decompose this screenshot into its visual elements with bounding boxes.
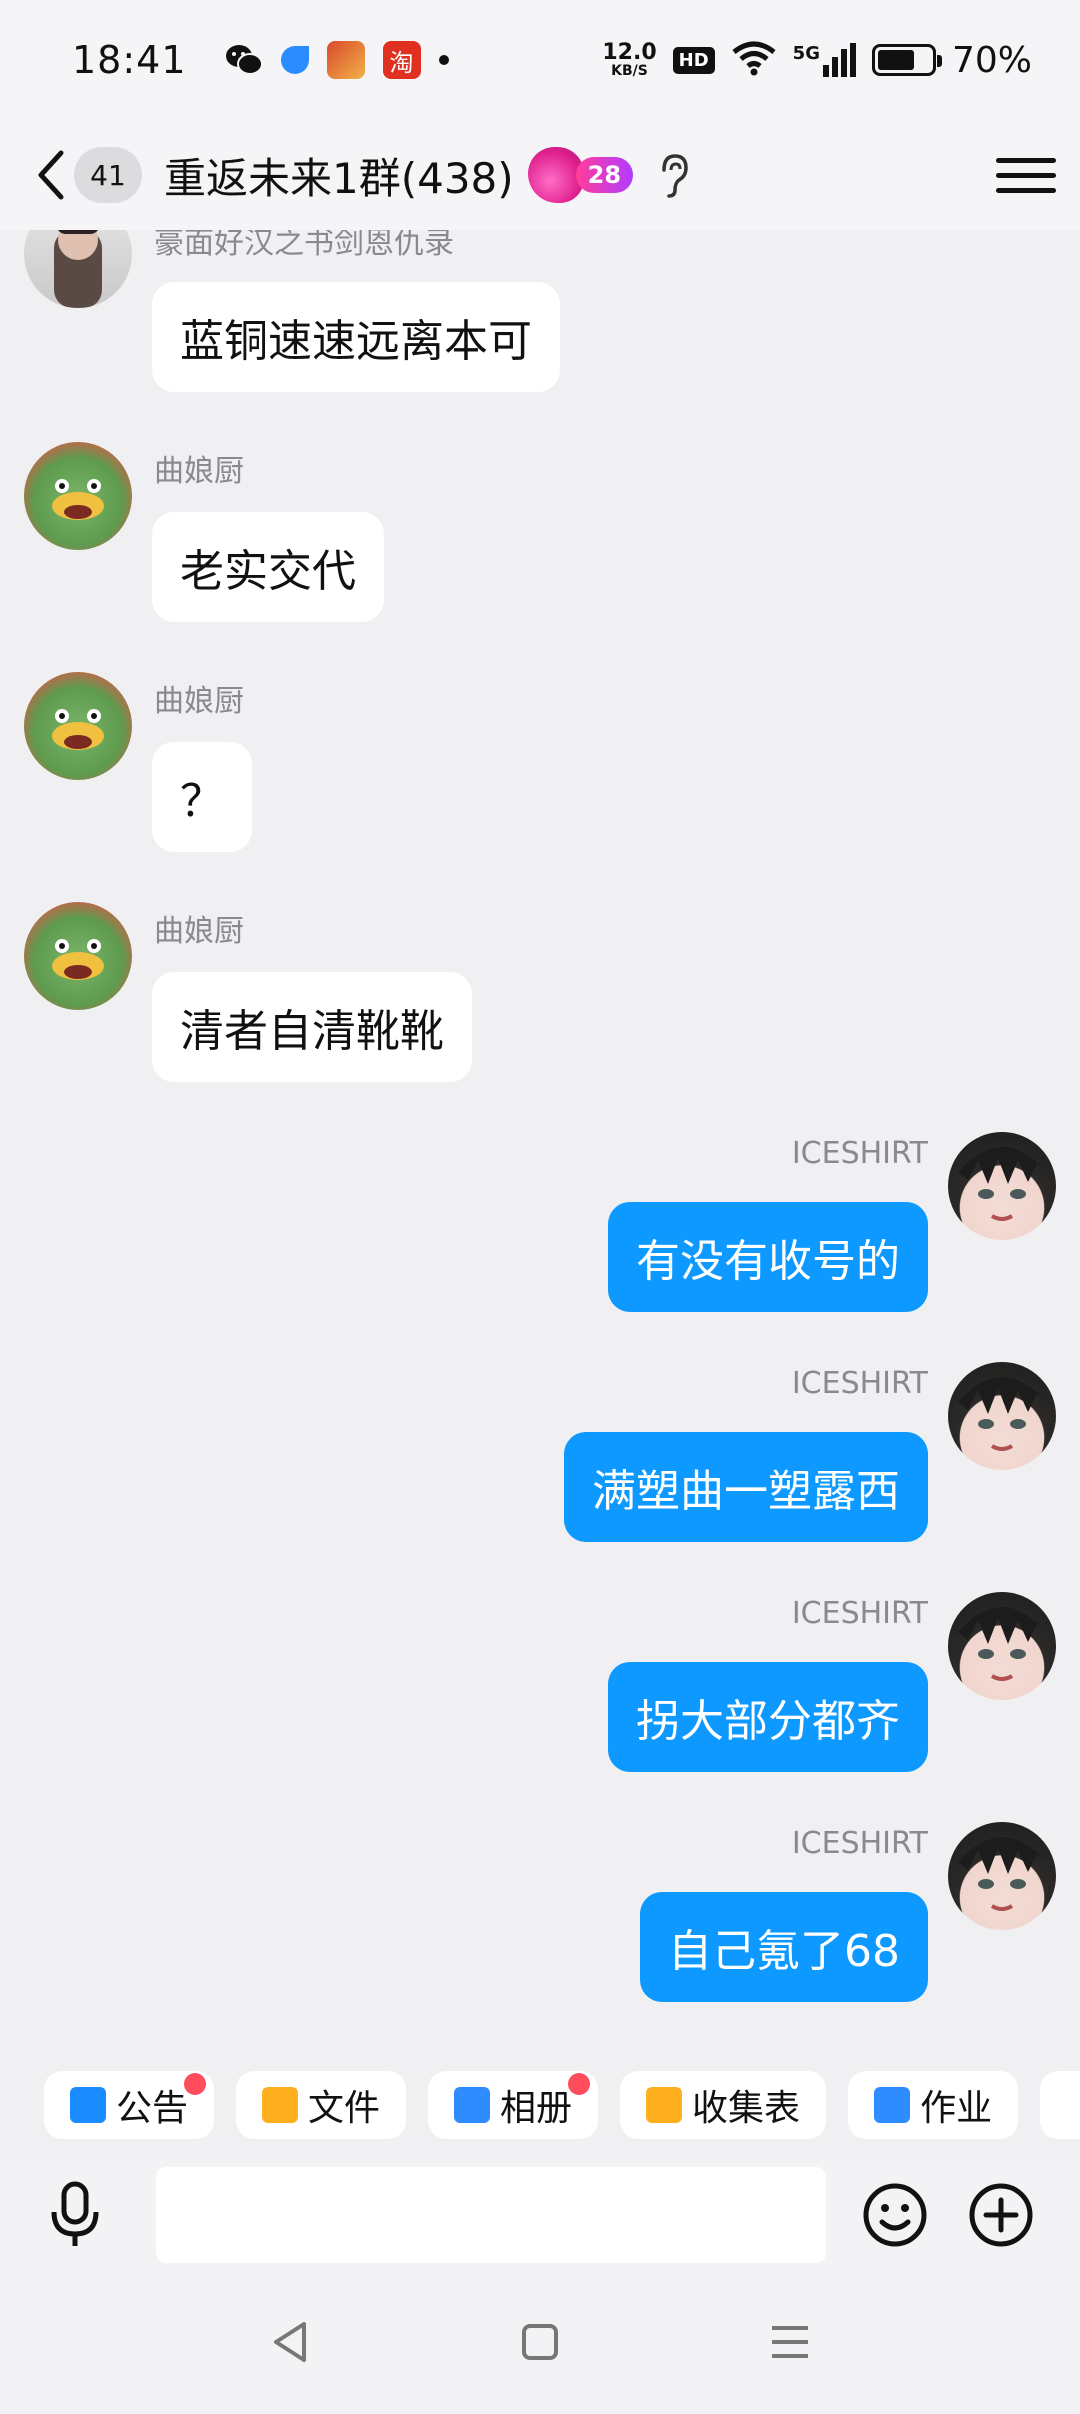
wechat-icon: [225, 41, 263, 79]
system-nav-bar: [0, 2270, 1080, 2414]
avatar[interactable]: [948, 1822, 1056, 1930]
message-bubble[interactable]: 老实交代: [152, 512, 384, 622]
status-bar: 18:41 淘 12.0 KB/S HD 5G 70%: [0, 0, 1080, 120]
avatar[interactable]: [948, 1592, 1056, 1700]
unread-dot: [184, 2073, 207, 2095]
clipboard-icon: [646, 2087, 683, 2123]
avatar[interactable]: [24, 902, 132, 1010]
chip-label: 收集表: [692, 2088, 801, 2129]
message-bubble[interactable]: ？: [152, 742, 252, 852]
chat-header: 41 重返未来1群(438) 28: [0, 120, 1080, 230]
net-speed: 12.0 KB/S: [602, 40, 657, 79]
unread-count-badge[interactable]: 41: [74, 147, 142, 203]
sender-name: 豪面好汉之书剑恩仇录: [154, 230, 454, 261]
announcement-icon: [70, 2087, 106, 2123]
nav-home-icon[interactable]: [515, 2317, 565, 2367]
chip-label: 公告: [116, 2088, 189, 2129]
add-icon[interactable]: [966, 2180, 1036, 2250]
group-title[interactable]: 重返未来1群(438): [164, 145, 514, 206]
form-button[interactable]: 收集表: [620, 2071, 827, 2139]
avatar[interactable]: [24, 230, 132, 308]
sender-name: ICESHIRT: [791, 1366, 928, 1401]
message-bubble[interactable]: 自己氪了68: [640, 1892, 928, 2002]
status-time: 18:41: [72, 38, 187, 82]
avatar[interactable]: [24, 672, 132, 780]
album-button[interactable]: 相册: [428, 2071, 599, 2139]
message-bubble[interactable]: 有没有收号的: [608, 1202, 928, 1312]
message-input[interactable]: [156, 2167, 826, 2263]
battery-icon: [871, 44, 942, 76]
sender-name: ICESHIRT: [791, 1596, 928, 1631]
sender-name: 曲娘厨: [154, 684, 244, 719]
avatar[interactable]: [24, 442, 132, 550]
message-bubble[interactable]: 清者自清靴靴: [152, 972, 472, 1082]
files-button[interactable]: 文件: [236, 2071, 407, 2139]
sender-name: 曲娘厨: [154, 914, 244, 949]
group-fire-badge[interactable]: 28: [527, 147, 636, 203]
game-app-icon: [326, 41, 365, 79]
sender-name: ICESHIRT: [791, 1136, 928, 1171]
notification-icons: 淘: [225, 41, 449, 79]
sender-name: ICESHIRT: [791, 1826, 928, 1861]
cellular-signal-icon: 5G: [793, 43, 856, 77]
more-tools-chip[interactable]: [1040, 2071, 1080, 2139]
microphone-icon[interactable]: [30, 2170, 120, 2260]
sender-name: 曲娘厨: [154, 454, 244, 489]
chip-label: 相册: [500, 2088, 573, 2129]
battery-percent: 70%: [951, 39, 1032, 81]
feather-app-icon: [280, 46, 309, 74]
hd-badge: HD: [672, 46, 715, 74]
chip-label: 作业: [920, 2088, 993, 2129]
more-notifications-dot: [438, 55, 449, 65]
chip-label: 文件: [308, 2088, 381, 2129]
group-tools-bar: 公告 文件 相册 收集表 作业: [0, 2050, 1080, 2160]
edit-icon: [874, 2087, 911, 2123]
album-icon: [454, 2087, 491, 2123]
announcement-button[interactable]: 公告: [44, 2071, 215, 2139]
net-speed-unit: KB/S: [611, 63, 648, 79]
fire-count: 28: [575, 157, 634, 193]
unread-dot: [568, 2073, 591, 2095]
taobao-icon: 淘: [382, 41, 421, 79]
input-bar: [0, 2160, 1080, 2270]
emoji-icon[interactable]: [860, 2180, 930, 2250]
menu-icon[interactable]: [996, 145, 1056, 205]
net-speed-value: 12.0: [602, 40, 657, 65]
network-type: 5G: [792, 43, 820, 64]
message-bubble[interactable]: 拐大部分都齐: [608, 1662, 928, 1772]
ear-mode-icon[interactable]: [654, 150, 694, 200]
homework-button[interactable]: 作业: [848, 2071, 1019, 2139]
message-list[interactable]: 豪面好汉之书剑恩仇录 蓝铜速速远离本可 曲娘厨 老实交代 曲娘厨 ？ 曲娘厨 清…: [0, 230, 1080, 2050]
avatar[interactable]: [948, 1362, 1056, 1470]
folder-icon: [262, 2087, 299, 2123]
avatar[interactable]: [948, 1132, 1056, 1240]
back-arrow-icon[interactable]: [30, 145, 70, 205]
message-bubble[interactable]: 满塑曲一塑露西: [564, 1432, 928, 1542]
nav-back-icon[interactable]: [265, 2317, 315, 2367]
nav-recents-icon[interactable]: [765, 2317, 815, 2367]
message-bubble[interactable]: 蓝铜速速远离本可: [152, 282, 560, 392]
wifi-icon: [731, 40, 777, 80]
